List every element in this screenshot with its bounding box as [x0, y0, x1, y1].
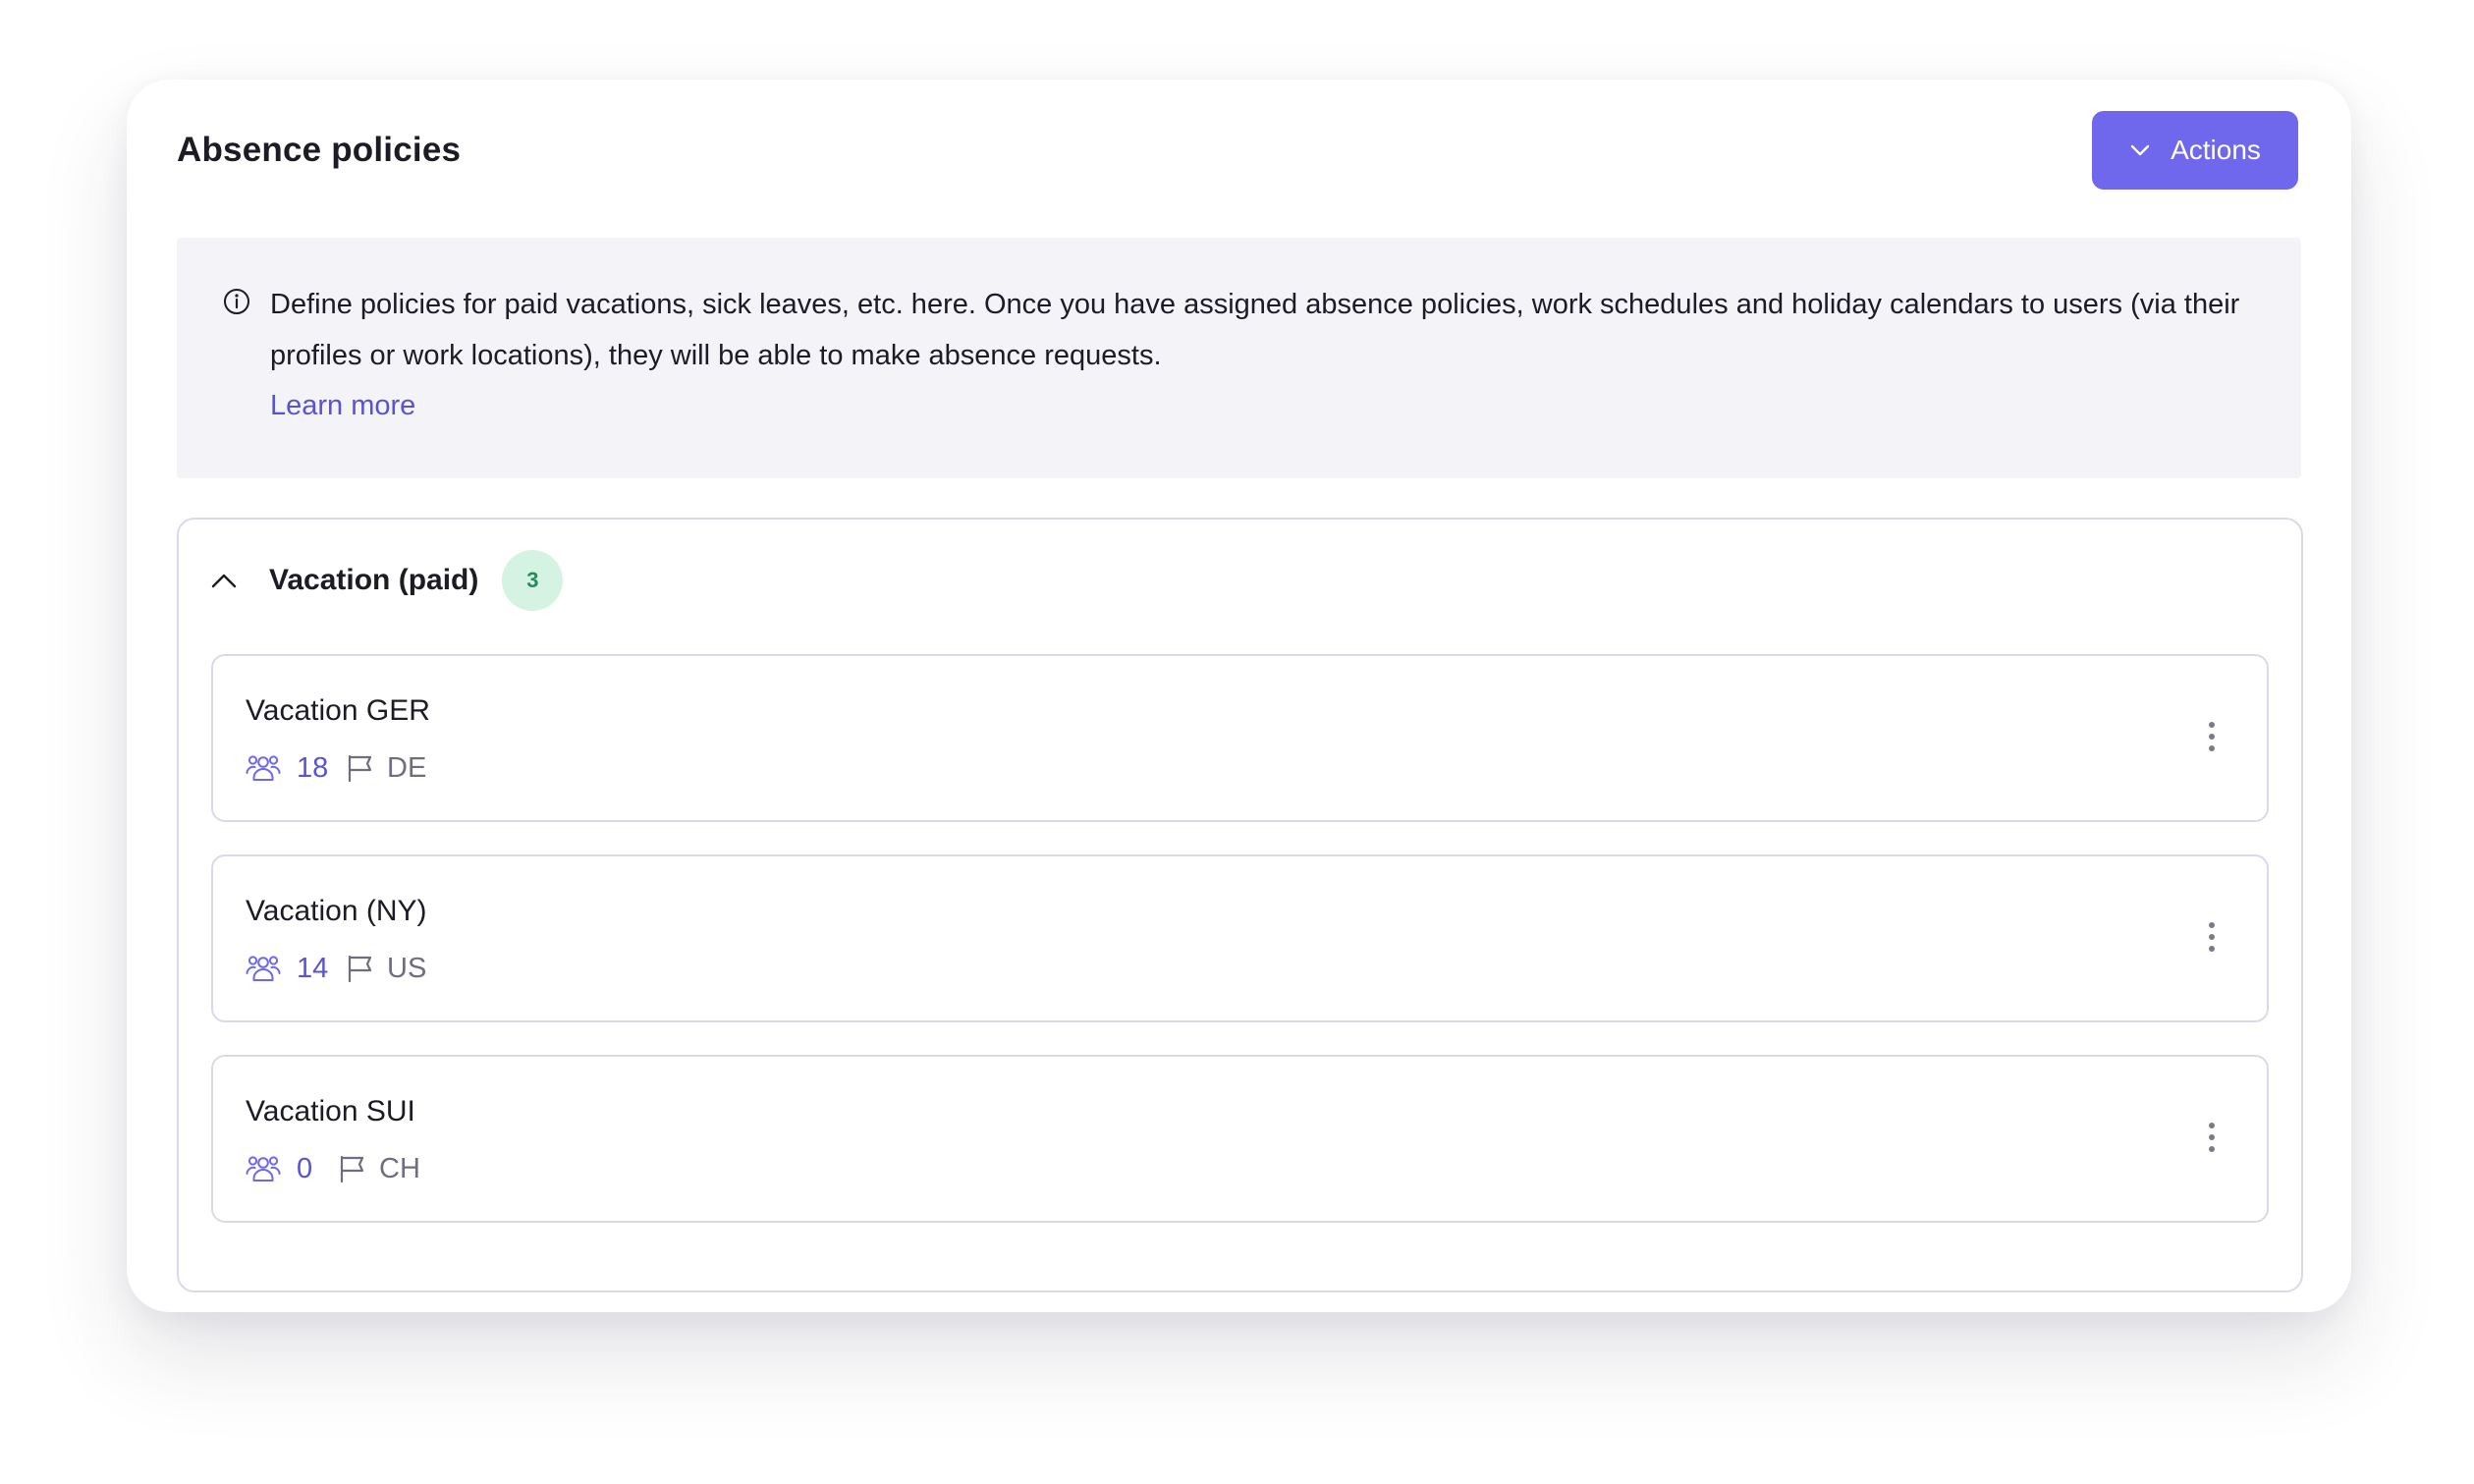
learn-more-link[interactable]: Learn more [270, 390, 415, 422]
policy-name: Vacation (NY) [246, 895, 427, 927]
more-vertical-icon [2209, 722, 2215, 728]
member-count: 18 [297, 751, 329, 784]
more-vertical-icon [2209, 1123, 2215, 1128]
member-count: 14 [297, 952, 329, 984]
info-icon [224, 289, 249, 314]
people-icon [246, 1156, 281, 1182]
country-code: DE [387, 751, 427, 784]
policy-meta: 0 CH [246, 1149, 420, 1188]
more-options-button[interactable] [2202, 711, 2222, 762]
chevron-up-icon[interactable] [210, 572, 238, 589]
more-options-button[interactable] [2202, 1112, 2222, 1163]
policy-count-badge: 3 [502, 550, 564, 611]
policy-name: Vacation GER [246, 694, 430, 727]
actions-button[interactable]: Actions [2092, 111, 2298, 190]
policy-card[interactable]: Vacation SUI 0 CH [211, 1055, 2269, 1223]
actions-button-label: Actions [2171, 135, 2261, 165]
policy-meta: 14 US [246, 949, 426, 988]
info-banner: Define policies for paid vacations, sick… [177, 238, 2301, 478]
more-vertical-icon [2209, 922, 2215, 928]
flag-icon [348, 754, 372, 783]
country-code: CH [379, 1152, 420, 1184]
people-icon [246, 956, 281, 981]
policy-card[interactable]: Vacation (NY) 14 US [211, 854, 2269, 1022]
chevron-down-icon [2130, 144, 2150, 156]
people-icon [246, 755, 281, 781]
policy-group-title: Vacation (paid) [269, 564, 479, 596]
policy-card[interactable]: Vacation GER 18 DE [211, 654, 2269, 822]
policy-name: Vacation SUI [246, 1095, 415, 1127]
page-title: Absence policies [177, 131, 462, 169]
flag-icon [340, 1155, 364, 1183]
policy-group-vacation-paid: Vacation (paid) 3 Vacation GER 18 DE Vac… [177, 518, 2303, 1292]
absence-policies-card: Absence policies Actions Define policies… [127, 80, 2351, 1312]
policy-meta: 18 DE [246, 748, 426, 788]
policy-group-header[interactable]: Vacation (paid) 3 [210, 549, 564, 612]
more-options-button[interactable] [2202, 911, 2222, 962]
flag-icon [348, 955, 372, 983]
info-text: Define policies for paid vacations, sick… [270, 289, 2240, 371]
member-count: 0 [297, 1152, 313, 1184]
country-code: US [387, 952, 427, 984]
